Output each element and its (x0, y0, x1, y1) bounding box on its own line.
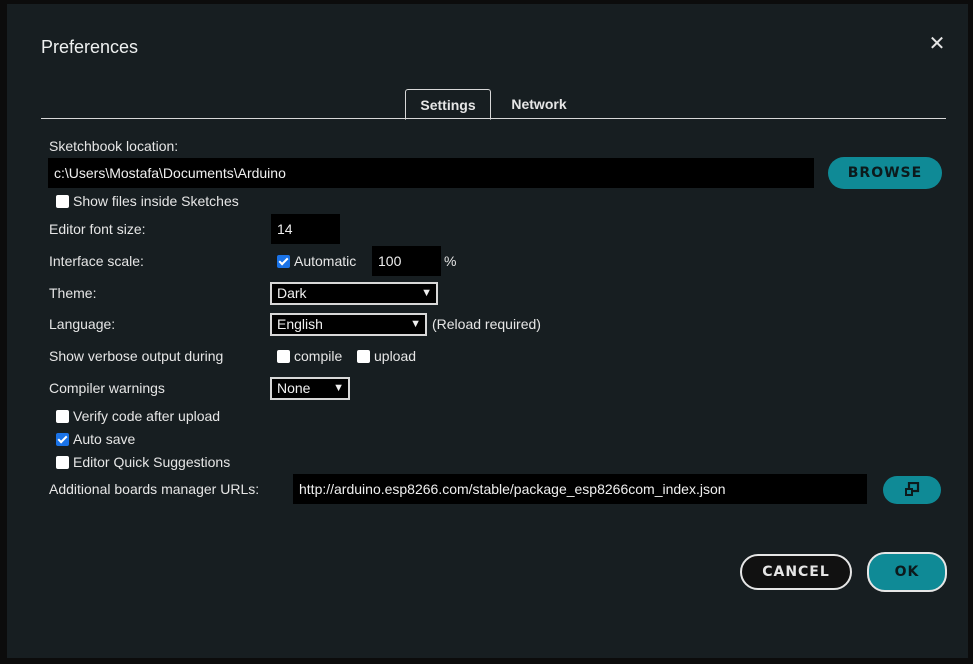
auto-save-checkbox[interactable] (56, 433, 69, 446)
tab-divider (41, 118, 946, 119)
language-label: Language: (49, 316, 116, 332)
quick-suggestions-label: Editor Quick Suggestions (73, 454, 231, 470)
language-select[interactable]: English ▼ (270, 313, 427, 336)
tab-settings[interactable]: Settings (405, 89, 491, 120)
boards-urls-label: Additional boards manager URLs: (49, 481, 260, 497)
compile-label: compile (294, 348, 343, 364)
automatic-label: Automatic (294, 253, 357, 269)
boards-urls-open-button[interactable] (883, 476, 941, 504)
verbose-output-label: Show verbose output during (49, 348, 224, 364)
editor-font-size-input[interactable]: 14 (271, 214, 340, 244)
close-icon[interactable]: ✕ (927, 34, 947, 54)
automatic-checkbox[interactable] (277, 255, 290, 268)
theme-selected: Dark (277, 285, 307, 301)
theme-select[interactable]: Dark ▼ (270, 282, 438, 305)
compiler-warnings-select[interactable]: None ▼ (270, 377, 350, 400)
quick-suggestions-checkbox[interactable] (56, 456, 69, 469)
browse-button[interactable]: BROWSE (828, 157, 942, 189)
theme-label: Theme: (49, 285, 97, 301)
dialog-title: Preferences (41, 37, 139, 57)
sketchbook-label: Sketchbook location: (49, 138, 179, 154)
interface-scale-input[interactable]: 100 (372, 246, 441, 276)
cancel-button[interactable]: CANCEL (740, 554, 852, 590)
sketchbook-location-input[interactable]: c:\Users\Mostafa\Documents\Arduino (48, 158, 814, 188)
external-window-icon (905, 481, 920, 496)
percent-unit: % (444, 253, 457, 269)
auto-save-label: Auto save (73, 431, 136, 447)
compiler-warnings-selected: None (277, 380, 311, 396)
upload-checkbox[interactable] (357, 350, 370, 363)
language-selected: English (277, 316, 323, 332)
show-files-checkbox[interactable] (56, 195, 69, 208)
interface-scale-label: Interface scale: (49, 253, 144, 269)
chevron-down-icon: ▼ (421, 287, 432, 299)
tab-network[interactable]: Network (499, 89, 579, 119)
boards-urls-input[interactable]: http://arduino.esp8266.com/stable/packag… (293, 474, 867, 504)
ok-button[interactable]: OK (867, 552, 947, 592)
compiler-warnings-label: Compiler warnings (49, 380, 165, 396)
verify-upload-label: Verify code after upload (73, 408, 221, 424)
reload-required-note: (Reload required) (432, 316, 541, 332)
preferences-dialog: Preferences ✕ Settings Network Sketchboo… (7, 4, 968, 658)
chevron-down-icon: ▼ (410, 318, 421, 330)
editor-font-size-label: Editor font size: (49, 221, 146, 237)
chevron-down-icon: ▼ (333, 382, 344, 394)
upload-label: upload (374, 348, 417, 364)
compile-checkbox[interactable] (277, 350, 290, 363)
show-files-label: Show files inside Sketches (73, 193, 239, 209)
verify-upload-checkbox[interactable] (56, 410, 69, 423)
